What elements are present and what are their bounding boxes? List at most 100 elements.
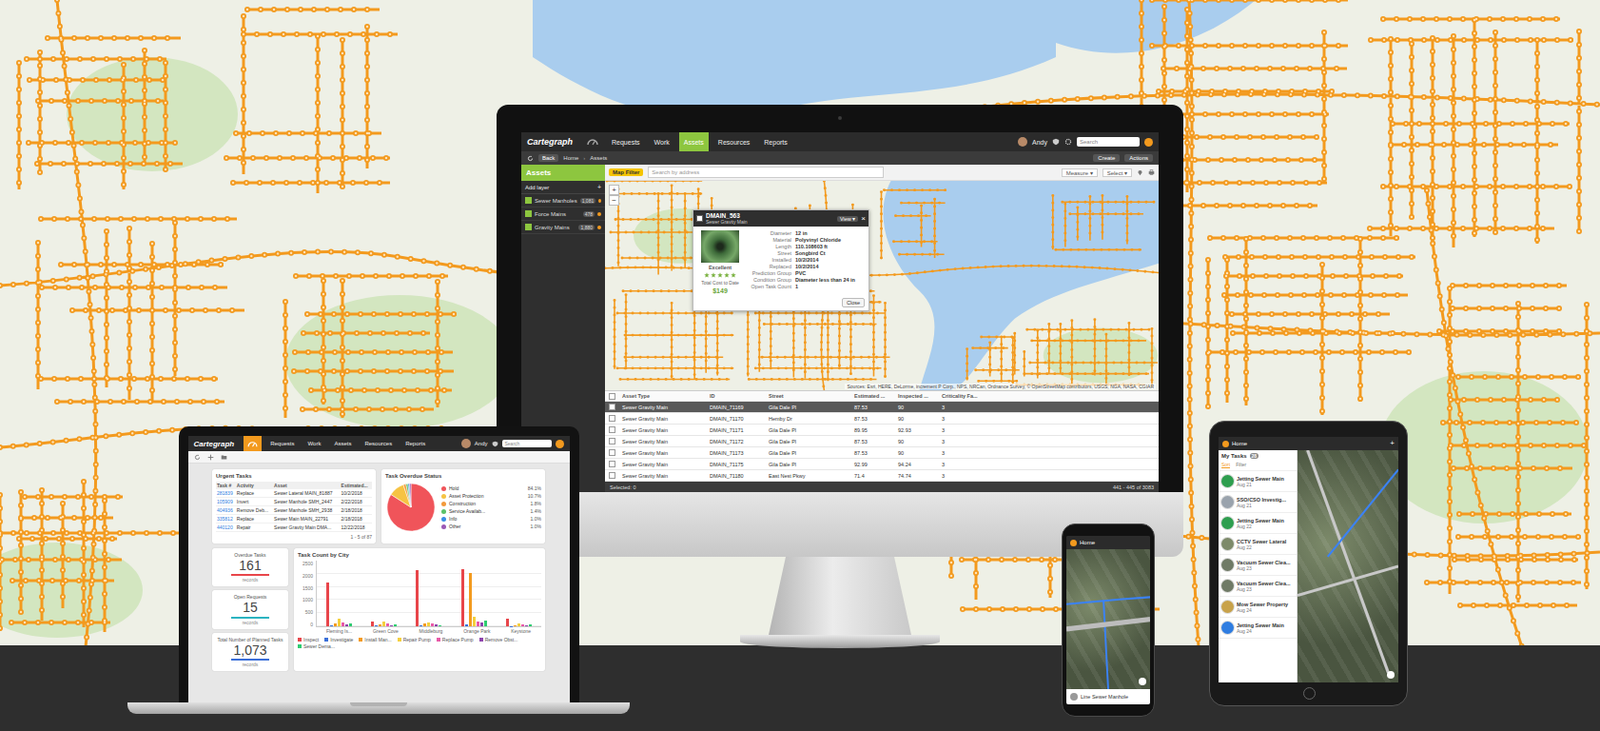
- layer-row[interactable]: Sewer Manholes1,081: [521, 194, 605, 208]
- asset-map[interactable]: +−DMAIN_563Sewer Gravity MainView ▾×Exce…: [604, 180, 1159, 391]
- satellite-map[interactable]: [1297, 449, 1399, 683]
- folder-icon[interactable]: [220, 453, 228, 461]
- bar[interactable]: [476, 621, 480, 626]
- nav-tab[interactable]: Work: [649, 132, 675, 152]
- task-item[interactable]: CCTV Sewer LateralAug 22: [1218, 533, 1297, 555]
- view-button[interactable]: View ▾: [837, 215, 859, 222]
- popup-checkbox[interactable]: [696, 214, 703, 222]
- zoom-button[interactable]: +: [608, 184, 620, 196]
- column-header[interactable]: Asset Type: [622, 392, 710, 399]
- row-checkbox[interactable]: [608, 471, 616, 479]
- notification-icon[interactable]: [555, 439, 565, 449]
- nav-tab[interactable]: Requests: [265, 435, 299, 451]
- table-row[interactable]: Sewer Gravity MainDMAIN_71170Hemby Dr87.…: [604, 412, 1159, 425]
- nav-tab[interactable]: Work: [303, 435, 327, 451]
- bar[interactable]: [341, 622, 345, 626]
- gear-icon[interactable]: [1064, 137, 1073, 146]
- nav-tab[interactable]: Reports: [759, 132, 793, 152]
- bar[interactable]: [472, 616, 476, 626]
- task-row[interactable]: 335812ReplaceSewer Main MAIN_227912/18/2…: [215, 514, 372, 524]
- home-button[interactable]: [1303, 686, 1316, 700]
- list-tab[interactable]: Sort: [1221, 461, 1230, 469]
- bar[interactable]: [480, 622, 484, 626]
- nav-tab[interactable]: Reports: [400, 435, 430, 451]
- add-layer-row[interactable]: Add layer+: [521, 180, 605, 195]
- row-checkbox[interactable]: [608, 437, 616, 445]
- action-button[interactable]: Actions: [1124, 154, 1153, 162]
- print-icon[interactable]: [1148, 169, 1155, 176]
- bar[interactable]: [427, 622, 430, 626]
- bar[interactable]: [521, 624, 525, 626]
- table-row[interactable]: Sewer Gravity MainDMAIN_71171Gila Dale P…: [604, 424, 1159, 436]
- table-row[interactable]: Sewer Gravity MainDMAIN_71172Gila Dale P…: [604, 435, 1159, 448]
- bar[interactable]: [438, 624, 442, 627]
- satellite-map[interactable]: [1066, 548, 1151, 689]
- task-item[interactable]: Jetting Sewer MainAug 24: [1218, 617, 1297, 639]
- pie-slice[interactable]: [409, 483, 411, 508]
- cartegraph-logo[interactable]: Cartegraph: [526, 136, 573, 147]
- shield-icon[interactable]: [1052, 137, 1060, 146]
- search-field[interactable]: Search: [502, 439, 552, 448]
- layer-row[interactable]: Force Mains478: [521, 207, 605, 221]
- bar[interactable]: [345, 624, 349, 626]
- breadcrumb-item[interactable]: Home: [563, 155, 579, 161]
- row-checkbox[interactable]: [608, 426, 616, 433]
- map-filter-button[interactable]: Map Filter: [608, 168, 644, 176]
- task-item[interactable]: SSO/CSO Investig...Aug 21: [1218, 491, 1297, 513]
- row-checkbox[interactable]: [608, 414, 616, 422]
- task-row[interactable]: 105909InvertSewer Manhole SMH_24472/22/2…: [215, 497, 372, 507]
- back-button[interactable]: Back: [538, 154, 559, 162]
- bar[interactable]: [461, 568, 465, 626]
- pie-slice[interactable]: [406, 483, 411, 508]
- refresh-icon[interactable]: [526, 155, 534, 162]
- task-row[interactable]: 281839ReplaceSewer Lateral MAIN_8188710/…: [215, 488, 372, 498]
- bar[interactable]: [330, 624, 333, 626]
- locate-icon[interactable]: [1138, 677, 1147, 685]
- column-header[interactable]: Task #: [215, 481, 236, 489]
- table-row[interactable]: Sewer Gravity MainDMAIN_71175Gila Dale P…: [604, 458, 1159, 470]
- nav-tab[interactable]: Assets: [329, 435, 356, 451]
- plus-icon[interactable]: [207, 453, 215, 461]
- row-checkbox[interactable]: [608, 403, 616, 410]
- address-search-field[interactable]: Search by address: [647, 166, 884, 178]
- add-button[interactable]: +: [1389, 439, 1395, 448]
- column-header[interactable]: Criticality Fa...: [941, 392, 996, 399]
- pie-slice[interactable]: [408, 483, 411, 508]
- column-header[interactable]: Inspected ...: [897, 392, 942, 399]
- shield-icon[interactable]: [491, 440, 499, 448]
- row-checkbox[interactable]: [608, 448, 616, 456]
- bar[interactable]: [333, 623, 337, 626]
- table-row[interactable]: Sewer Gravity MainDMAIN_71180East Nest P…: [604, 469, 1159, 482]
- table-row[interactable]: Sewer Gravity MainDMAIN_71173Gila Dale P…: [604, 447, 1159, 459]
- layer-checkbox[interactable]: [525, 223, 532, 231]
- bar[interactable]: [525, 624, 528, 626]
- user-avatar-icon[interactable]: [461, 438, 471, 449]
- action-button[interactable]: Create: [1092, 154, 1120, 162]
- column-header[interactable]: ID: [709, 392, 769, 399]
- bar[interactable]: [513, 624, 517, 627]
- column-header[interactable]: Activity: [235, 481, 274, 489]
- search-field[interactable]: Search: [1076, 136, 1140, 147]
- column-header[interactable]: Estimated...: [340, 481, 372, 489]
- bar[interactable]: [434, 624, 438, 626]
- dashboard-gauge-icon[interactable]: [243, 435, 262, 451]
- bar[interactable]: [337, 618, 341, 626]
- nav-tab[interactable]: Assets: [679, 132, 709, 152]
- task-row[interactable]: 404936Remove Deb...Sewer Manhole SMH_293…: [215, 506, 372, 515]
- pie-slice[interactable]: [403, 484, 411, 508]
- user-name[interactable]: Andy: [1032, 138, 1048, 146]
- layer-checkbox[interactable]: [525, 210, 532, 217]
- task-item[interactable]: Mow Sewer PropertyAug 24: [1218, 596, 1297, 618]
- column-header[interactable]: Asset: [273, 481, 341, 489]
- list-tab[interactable]: Filter: [1235, 461, 1247, 469]
- bar[interactable]: [528, 624, 532, 626]
- bar[interactable]: [390, 624, 393, 627]
- bar[interactable]: [506, 618, 509, 626]
- task-item[interactable]: Vacuum Sewer Clea...Aug 23: [1218, 554, 1297, 576]
- pie-slice[interactable]: [387, 483, 435, 531]
- bar[interactable]: [423, 623, 427, 626]
- map-tool-dropdown[interactable]: Measure ▾: [1061, 168, 1098, 177]
- bar[interactable]: [468, 572, 472, 626]
- bar[interactable]: [430, 623, 434, 626]
- layer-checkbox[interactable]: [525, 196, 532, 204]
